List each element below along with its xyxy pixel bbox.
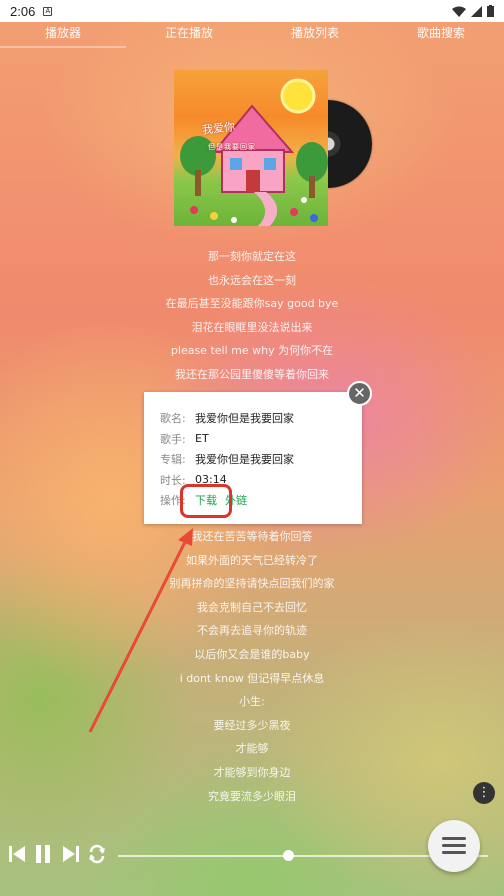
more-options-button[interactable]: ⋮: [473, 782, 495, 804]
song-name-row: 歌名: 我爱你但是我要回家: [160, 408, 362, 429]
repeat-icon[interactable]: [86, 843, 108, 865]
song-info-dialog: 歌名: 我爱你但是我要回家 歌手: ET 专辑: 我爱你但是我要回家 时长: 0…: [144, 392, 362, 524]
album-row: 专辑: 我爱你但是我要回家: [160, 449, 362, 470]
lyric-line: please tell me why 为何你不在: [170, 344, 334, 358]
next-track-icon[interactable]: [60, 843, 82, 865]
lyric-line: 小生:: [239, 695, 265, 709]
lyric-line: 那一刻你就定在这: [208, 250, 296, 263]
lyric-line: 才能够到你身边: [213, 765, 291, 779]
tab-player[interactable]: 播放器: [0, 22, 126, 48]
lyric-line: 要经过多少黑夜: [213, 718, 291, 732]
lyric-line: 我还在苦苦等待着你回答: [191, 530, 313, 543]
tab-now-playing[interactable]: 正在播放: [126, 22, 252, 46]
singer-label: 歌手:: [160, 432, 186, 446]
album-value: 我爱你但是我要回家: [195, 453, 294, 467]
lyric-line: 也永远会在这一刻: [208, 273, 296, 287]
lyric-line: 究竟要流多少眼泪: [208, 789, 296, 803]
lyric-line: 别再拼命的坚持请快点回我们的家: [169, 577, 335, 591]
lyric-line: 我会克制自己不去回忆: [197, 600, 307, 614]
album-art: 我爱你 但是我要回家: [174, 70, 372, 226]
lyric-line: 泪花在眼眶里没法说出来: [191, 320, 313, 334]
cover-title: 我爱你: [201, 120, 236, 137]
song-name-label: 歌名:: [160, 412, 186, 426]
lyric-line: i dont know 但记得早点休息: [179, 671, 325, 685]
tab-song-search[interactable]: 歌曲搜索: [378, 22, 504, 46]
lyric-line: 以后你又会是谁的baby: [194, 647, 310, 661]
menu-fab-button[interactable]: [428, 820, 480, 872]
sim-icon: A: [43, 6, 53, 16]
singer-row: 歌手: ET: [160, 429, 362, 450]
lyrics-top: 那一刻你就定在这 也永远会在这一刻 在最后甚至没能跟你say good bye …: [0, 248, 504, 390]
lyric-line: 才能够: [235, 742, 269, 756]
download-highlight-box: [180, 484, 232, 518]
wifi-icon: [452, 6, 466, 17]
lyric-line: 我还在那公园里傻傻等着你回来: [175, 367, 329, 381]
tab-bar: 播放器 正在播放 播放列表 歌曲搜索: [0, 22, 504, 48]
lyric-line: 在最后甚至没能跟你say good bye: [165, 297, 339, 311]
signal-icon: [471, 5, 482, 17]
status-icons: [452, 5, 494, 17]
album-label: 专辑:: [160, 453, 186, 467]
singer-value: ET: [195, 432, 209, 446]
menu-icon: [442, 837, 466, 840]
close-dialog-button[interactable]: ✕: [347, 381, 372, 406]
album-cover: 我爱你 但是我要回家: [174, 70, 328, 226]
status-time: 2:06: [10, 3, 36, 19]
battery-icon: [487, 5, 494, 17]
cover-subtitle: 但是我要回家: [208, 143, 256, 151]
lyric-line: 如果外面的天气已经转冷了: [186, 553, 318, 567]
status-bar: 2:06 A: [0, 0, 504, 22]
previous-track-icon[interactable]: [6, 843, 28, 865]
progress-thumb[interactable]: [283, 850, 295, 861]
lyric-line: 不会再去追寻你的轨迹: [197, 624, 307, 638]
pause-icon[interactable]: [32, 843, 54, 865]
lyrics-bottom: 我还在苦苦等待着你回答 如果外面的天气已经转冷了 别再拼命的坚持请快点回我们的家…: [0, 528, 504, 811]
tab-playlist[interactable]: 播放列表: [252, 22, 378, 46]
song-name-value: 我爱你但是我要回家: [195, 412, 294, 426]
